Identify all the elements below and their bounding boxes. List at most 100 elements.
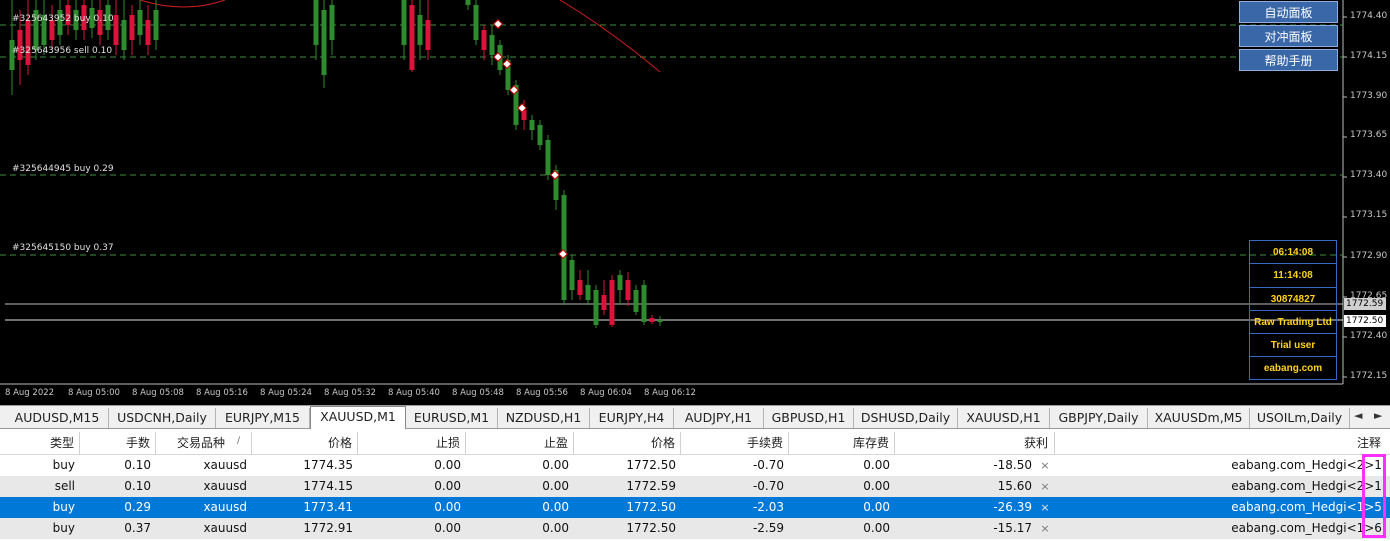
cell-profit: -18.50: [993, 458, 1032, 472]
candle-body: [601, 295, 607, 310]
candle-body: [649, 318, 655, 322]
tab-gbpjpy-daily[interactable]: GBPJPY,Daily: [1050, 408, 1148, 428]
column-header-lots[interactable]: 手数: [80, 432, 156, 454]
auto-panel-button[interactable]: 自动面板: [1239, 1, 1338, 23]
tab-eurjpy-h4[interactable]: EURJPY,H4: [590, 408, 674, 428]
close-position-icon[interactable]: ×: [1038, 476, 1052, 497]
column-header-swap[interactable]: 库存费: [789, 432, 895, 454]
table-row-selected[interactable]: buy 0.29 xauusd 1773.41 0.00 0.00 1772.5…: [0, 497, 1390, 518]
column-header-stop-loss[interactable]: 止损: [358, 432, 466, 454]
candle-body: [409, 5, 415, 70]
column-header-price[interactable]: 价格: [574, 432, 681, 454]
tab-audjpy-h1[interactable]: AUDJPY,H1: [674, 408, 764, 428]
candle-body: [625, 280, 631, 300]
column-header-open-price[interactable]: 价格: [252, 432, 358, 454]
column-header-take-profit[interactable]: 止盈: [466, 432, 574, 454]
candle-body: [529, 120, 535, 130]
price-chart[interactable]: #325643952 buy 0.10 #325643956 sell 0.10…: [0, 0, 1390, 405]
cell-commission: -0.70: [752, 479, 784, 493]
candle-body: [585, 285, 591, 300]
cell-comment: eabang.com_Hedgi<2>1;: [1231, 479, 1386, 493]
hedge-panel-button[interactable]: 对冲面板: [1239, 25, 1338, 47]
cell-swap: 0.00: [863, 521, 890, 535]
tab-dshusd-daily[interactable]: DSHUSD,Daily: [854, 408, 958, 428]
cell-stop-loss: 0.00: [434, 500, 461, 514]
table-row[interactable]: buy 0.10 xauusd 1774.35 0.00 0.00 1772.5…: [0, 455, 1390, 476]
close-position-icon[interactable]: ×: [1038, 455, 1052, 476]
cell-take-profit: 0.00: [542, 458, 569, 472]
close-position-icon[interactable]: ×: [1038, 497, 1052, 518]
cell-comment: eabang.com_Hedgi<1>5;: [1231, 500, 1386, 514]
price-tick: 1773.40: [1350, 170, 1388, 180]
candle-body: [657, 320, 663, 322]
cell-type: buy: [52, 500, 75, 514]
cell-profit: -15.17: [993, 521, 1032, 535]
cell-open-price: 1774.15: [303, 479, 353, 493]
cell-type: sell: [54, 479, 75, 493]
candle-body: [129, 15, 135, 40]
cell-symbol: xauusd: [203, 479, 247, 493]
cell-open-price: 1774.35: [303, 458, 353, 472]
cell-profit: 15.60: [997, 479, 1032, 493]
candle-body: [561, 195, 567, 300]
tab-xauusd-m1[interactable]: XAUUSD,M1: [310, 406, 406, 429]
candle-body: [473, 5, 479, 40]
time-tick: 8 Aug 05:08: [132, 388, 184, 398]
column-header-type[interactable]: 类型: [0, 432, 80, 454]
table-row[interactable]: sell 0.10 xauusd 1774.15 0.00 0.00 1772.…: [0, 476, 1390, 497]
cell-lots: 0.10: [124, 479, 151, 493]
time-tick: 8 Aug 05:56: [516, 388, 568, 398]
tab-usoilm-daily[interactable]: USOILm,Daily: [1250, 408, 1350, 428]
candle-body: [465, 0, 471, 5]
column-header-profit[interactable]: 获利: [895, 432, 1055, 454]
time-tick: 8 Aug 05:48: [452, 388, 504, 398]
cell-open-price: 1772.91: [303, 521, 353, 535]
candle-body: [641, 285, 647, 322]
candle-body: [329, 5, 335, 40]
candle-body: [537, 125, 543, 145]
table-header: 类型 手数 交易品种 / 价格 止损 止盈 价格 手续费 库存费 获利 注释: [0, 432, 1390, 455]
cell-profit: -26.39: [993, 500, 1032, 514]
column-header-comment[interactable]: 注释: [1055, 432, 1387, 454]
cell-type: buy: [52, 521, 75, 535]
vendor-site: eabang.com: [1263, 363, 1323, 375]
chart-tabs-bar: AUDUSD,M15 USDCNH,Daily EURJPY,M15 XAUUS…: [0, 405, 1390, 429]
tab-gbpusd-h1[interactable]: GBPUSD,H1: [764, 408, 854, 428]
cell-lots: 0.10: [124, 458, 151, 472]
price-tick: 1774.15: [1350, 51, 1388, 61]
candle-body: [617, 275, 623, 290]
ask-price-badge: 1772.59: [1344, 298, 1386, 310]
tab-audusd-m15[interactable]: AUDUSD,M15: [6, 408, 109, 428]
tab-scroll-right-icon[interactable]: ►: [1374, 409, 1382, 422]
cell-price: 1772.50: [626, 500, 676, 514]
price-tick: 1772.90: [1350, 251, 1388, 261]
cell-price: 1772.50: [626, 458, 676, 472]
cell-swap: 0.00: [863, 500, 890, 514]
cell-take-profit: 0.00: [542, 500, 569, 514]
candle-body: [401, 0, 407, 45]
candle-body: [25, 20, 31, 65]
tab-eurjpy-m15[interactable]: EURJPY,M15: [216, 408, 310, 428]
cell-price: 1772.59: [626, 479, 676, 493]
candle-body: [609, 280, 615, 325]
sort-indicator-icon: /: [237, 436, 241, 446]
candle-body: [153, 10, 159, 40]
time-tick: 8 Aug 05:16: [196, 388, 248, 398]
tab-nzdusd-h1[interactable]: NZDUSD,H1: [498, 408, 590, 428]
candle-body: [633, 290, 639, 312]
tab-scroll-left-icon[interactable]: ◄: [1354, 409, 1362, 422]
table-row[interactable]: buy 0.37 xauusd 1772.91 0.00 0.00 1772.5…: [0, 518, 1390, 539]
help-manual-button[interactable]: 帮助手册: [1239, 49, 1338, 71]
order-line-label: #325643952 buy 0.10: [12, 14, 114, 24]
close-position-icon[interactable]: ×: [1038, 518, 1052, 539]
column-header-commission[interactable]: 手续费: [681, 432, 789, 454]
tab-usdcnh-daily[interactable]: USDCNH,Daily: [109, 408, 216, 428]
tab-xauusd-h1[interactable]: XAUUSD,H1: [958, 408, 1050, 428]
time-tick: 8 Aug 06:04: [580, 388, 632, 398]
candle-body: [313, 0, 319, 45]
time-tick: 8 Aug 05:00: [68, 388, 120, 398]
broker-name: Raw Trading Ltd: [1250, 311, 1336, 335]
cell-lots: 0.29: [124, 500, 151, 514]
tab-xauusdm-m5[interactable]: XAUUSDm,M5: [1148, 408, 1250, 428]
tab-eurusd-m1[interactable]: EURUSD,M1: [406, 408, 498, 428]
